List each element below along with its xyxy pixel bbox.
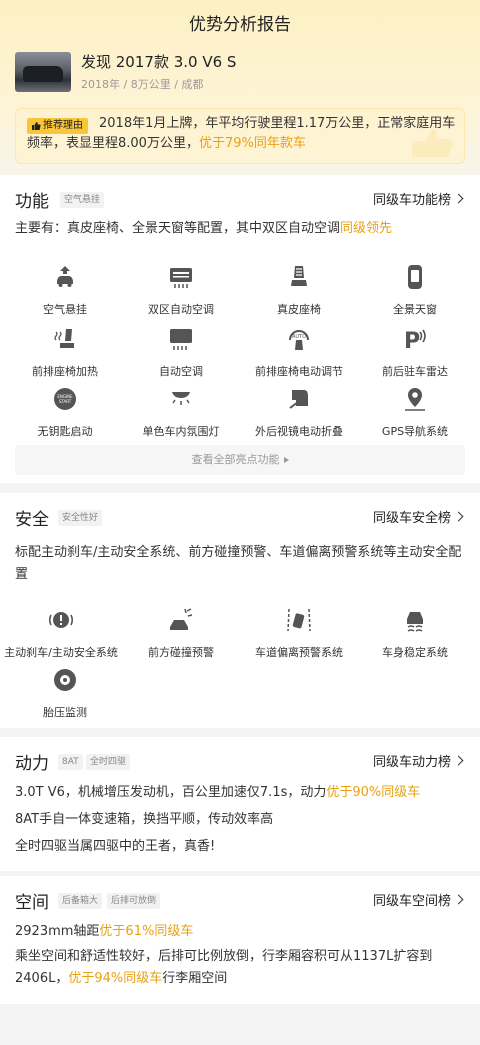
safety-summary: 标配主动刹车/主动安全系统、前方碰撞预警、车道偏离预警系统等主动安全配置 <box>15 545 462 582</box>
leather-seat-icon <box>291 266 307 286</box>
safety-rank-link[interactable]: 同级车安全榜 <box>373 507 462 526</box>
recommend-highlight: 优于79%同年款车 <box>198 136 306 151</box>
function-section: 功能 空气悬挂 同级车功能榜 主要有：真皮座椅、全景天窗等配置，其中双区自动空调… <box>0 175 480 483</box>
space-rank-link[interactable]: 同级车空间榜 <box>373 890 462 909</box>
active-brake-icon <box>49 612 73 628</box>
space-tag: 后备箱大 <box>58 893 103 909</box>
power-tag: 8AT <box>58 754 83 770</box>
feature-item[interactable]: 空气悬挂 <box>6 264 124 317</box>
feature-item[interactable]: GPS导航系统 <box>356 386 474 439</box>
air-suspension-icon <box>57 266 73 287</box>
safety-item[interactable]: 主动刹车/主动安全系统 <box>2 607 120 660</box>
safety-item[interactable]: 车道偏离预警系统 <box>240 607 358 660</box>
power-tag: 全时四驱 <box>86 754 131 770</box>
safety-item[interactable]: 前方碰撞预警 <box>122 607 240 660</box>
function-rank-link[interactable]: 同级车功能榜 <box>373 189 462 208</box>
space-section: 空间 后备箱大 后排可放倒 同级车空间榜 2923mm轴距优于61%同级车 乘坐… <box>0 876 480 1004</box>
power-line-1: 3.0T V6，机械增压发动机，百公里加速仅7.1s，动力优于90%同级车 <box>15 785 421 800</box>
power-section: 动力 8AT 全时四驱 同级车动力榜 3.0T V6，机械增压发动机，百公里加速… <box>0 737 480 871</box>
safety-item[interactable]: 车身稳定系统 <box>356 607 474 660</box>
power-line-3: 全时四驱当属四驱中的王者，真香! <box>15 839 216 854</box>
safety-tag: 安全性好 <box>58 510 103 526</box>
function-summary: 主要有：真皮座椅、全景天窗等配置，其中双区自动空调同级领先 <box>15 221 393 236</box>
safety-title: 安全 <box>15 510 49 530</box>
feature-item[interactable]: ENGINE START 无钥匙启动 <box>6 386 124 439</box>
parking-radar-icon: P <box>404 329 426 354</box>
feature-item[interactable]: 前排座椅加热 <box>6 326 124 379</box>
mirror-fold-icon <box>289 390 308 409</box>
panoramic-sunroof-icon <box>408 265 422 289</box>
recommend-reason-box: 2018年1月上牌，年平均行驶里程1.17万公里，正常家庭用车频率，表显里程8.… <box>15 108 465 164</box>
power-line-2: 8AT手自一体变速箱，换挡平顺，传动效率高 <box>15 812 274 827</box>
feature-item[interactable]: AUTO 前排座椅电动调节 <box>240 326 358 379</box>
function-summary-highlight: 同级领先 <box>340 221 393 236</box>
dual-zone-ac-icon <box>170 268 192 288</box>
power-rank-link[interactable]: 同级车动力榜 <box>373 751 462 770</box>
car-thumbnail <box>15 52 71 92</box>
view-all-features-button[interactable]: 查看全部亮点功能 <box>15 445 465 475</box>
lane-departure-icon <box>287 608 311 632</box>
stability-control-icon <box>407 612 423 632</box>
space-paragraph: 乘坐空间和舒适性较好，后排可比例放倒，行李厢容积可从1137L扩容到2406L，… <box>15 949 433 986</box>
collision-warning-icon <box>170 608 193 630</box>
feature-item[interactable]: 全景天窗 <box>356 264 474 317</box>
gps-icon <box>405 388 425 411</box>
space-highlight: 优于61%同级车 <box>99 924 194 939</box>
svg-text:P: P <box>404 329 420 352</box>
car-meta: 2018年 / 8万公里 / 成都 <box>81 78 204 91</box>
feature-item[interactable]: 自动空调 <box>122 326 240 379</box>
recommend-badge: 推荐理由 <box>27 118 88 134</box>
function-title: 功能 <box>15 192 49 212</box>
ambient-light-icon <box>172 392 190 405</box>
tire-pressure-icon <box>54 669 76 691</box>
space-tag: 后排可放倒 <box>107 893 161 909</box>
feature-item[interactable]: 真皮座椅 <box>240 264 358 317</box>
hero-banner: 优势分析报告 发现 2017款 3.0 V6 S 2018年 / 8万公里 / … <box>0 0 480 175</box>
svg-text:START: START <box>59 399 72 404</box>
feature-item[interactable]: 外后视镜电动折叠 <box>240 386 358 439</box>
feature-item[interactable]: P 前后驻车雷达 <box>356 326 474 379</box>
recommend-text: 2018年1月上牌，年平均行驶里程1.17万公里，正常家庭用车频率，表显里程8.… <box>27 116 456 151</box>
safety-item[interactable]: 胎压监测 <box>6 667 124 720</box>
power-title: 动力 <box>15 754 49 774</box>
space-para-highlight: 优于94%同级车 <box>68 971 163 986</box>
thumbs-up-icon <box>32 122 41 130</box>
power-seat-icon: AUTO <box>289 330 309 350</box>
power-highlight: 优于90%同级车 <box>326 785 421 800</box>
function-tag: 空气悬挂 <box>60 192 105 208</box>
safety-section: 安全 安全性好 同级车安全榜 标配主动刹车/主动安全系统、前方碰撞预警、车道偏离… <box>0 493 480 728</box>
seat-heating-icon <box>54 329 74 348</box>
car-name: 发现 2017款 3.0 V6 S <box>81 53 237 71</box>
feature-item[interactable]: 双区自动空调 <box>122 264 240 317</box>
space-title: 空间 <box>15 893 49 913</box>
auto-ac-icon <box>170 329 192 350</box>
keyless-start-icon: ENGINESTART <box>54 388 76 410</box>
svg-text:AUTO: AUTO <box>292 334 306 340</box>
feature-item[interactable]: 单色车内氛围灯 <box>122 386 240 439</box>
space-line-1: 2923mm轴距优于61%同级车 <box>15 924 194 939</box>
page-title: 优势分析报告 <box>189 15 291 35</box>
